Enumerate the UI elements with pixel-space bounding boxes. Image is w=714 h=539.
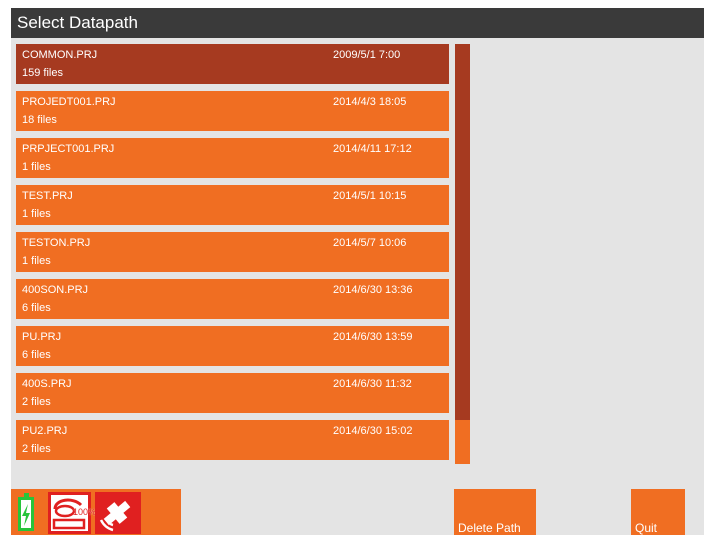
- quit-label: Quit: [635, 521, 658, 535]
- project-name: 400S.PRJ: [22, 378, 72, 390]
- project-file-count: 1 files: [22, 255, 51, 267]
- window-title: Select Datapath: [11, 8, 704, 38]
- project-file-count: 2 files: [22, 396, 51, 408]
- project-row[interactable]: COMMON.PRJ 159 files 2009/5/1 7:00: [16, 44, 449, 84]
- scrollbar-thumb[interactable]: [455, 44, 470, 420]
- project-file-count: 6 files: [22, 302, 51, 314]
- project-list: COMMON.PRJ 159 files 2009/5/1 7:00 PROJE…: [16, 44, 449, 464]
- project-row[interactable]: PRPJECT001.PRJ 1 files 2014/4/11 17:12: [16, 138, 449, 178]
- storage-disk-icon: 100%: [48, 492, 96, 534]
- project-date: 2014/4/11 17:12: [333, 143, 412, 155]
- project-row[interactable]: PU.PRJ 6 files 2014/6/30 13:59: [16, 326, 449, 366]
- project-row[interactable]: 400S.PRJ 2 files 2014/6/30 11:32: [16, 373, 449, 413]
- project-name: TESTON.PRJ: [22, 237, 91, 249]
- project-row[interactable]: PU2.PRJ 2 files 2014/6/30 15:02: [16, 420, 449, 460]
- delete-path-button[interactable]: Delete Path: [454, 489, 536, 535]
- project-date: 2014/5/7 10:06: [333, 237, 407, 249]
- project-date: 2014/6/30 11:32: [333, 378, 412, 390]
- satellite-icon: [95, 492, 141, 534]
- project-file-count: 2 files: [22, 443, 51, 455]
- list-scrollbar[interactable]: [455, 44, 470, 464]
- project-name: TEST.PRJ: [22, 190, 73, 202]
- delete-path-label: Delete Path: [458, 521, 521, 535]
- quit-button[interactable]: Quit: [631, 489, 685, 535]
- select-datapath-window: Select Datapath COMMON.PRJ 159 files 200…: [11, 8, 704, 535]
- project-name: PU2.PRJ: [22, 425, 68, 437]
- project-file-count: 18 files: [22, 114, 57, 126]
- project-date: 2009/5/1 7:00: [333, 49, 401, 61]
- storage-percent: 100%: [73, 507, 97, 517]
- project-row[interactable]: PROJEDT001.PRJ 18 files 2014/4/3 18:05: [16, 91, 449, 131]
- project-date: 2014/6/30 13:59: [333, 331, 413, 343]
- project-name: COMMON.PRJ: [22, 49, 98, 61]
- project-name: PU.PRJ: [22, 331, 62, 343]
- project-date: 2014/6/30 13:36: [333, 284, 413, 296]
- project-date: 2014/5/1 10:15: [333, 190, 407, 202]
- project-row[interactable]: TESTON.PRJ 1 files 2014/5/7 10:06: [16, 232, 449, 272]
- status-panel: 100%: [11, 489, 181, 535]
- project-file-count: 1 files: [22, 161, 51, 173]
- project-name: PRPJECT001.PRJ: [22, 143, 115, 155]
- battery-charging-icon: [18, 493, 34, 531]
- project-file-count: 1 files: [22, 208, 51, 220]
- project-name: PROJEDT001.PRJ: [22, 96, 116, 108]
- project-row[interactable]: TEST.PRJ 1 files 2014/5/1 10:15: [16, 185, 449, 225]
- project-file-count: 159 files: [22, 67, 63, 79]
- project-row[interactable]: 400SON.PRJ 6 files 2014/6/30 13:36: [16, 279, 449, 319]
- project-date: 2014/6/30 15:02: [333, 425, 413, 437]
- project-date: 2014/4/3 18:05: [333, 96, 407, 108]
- project-file-count: 6 files: [22, 349, 51, 361]
- project-name: 400SON.PRJ: [22, 284, 89, 296]
